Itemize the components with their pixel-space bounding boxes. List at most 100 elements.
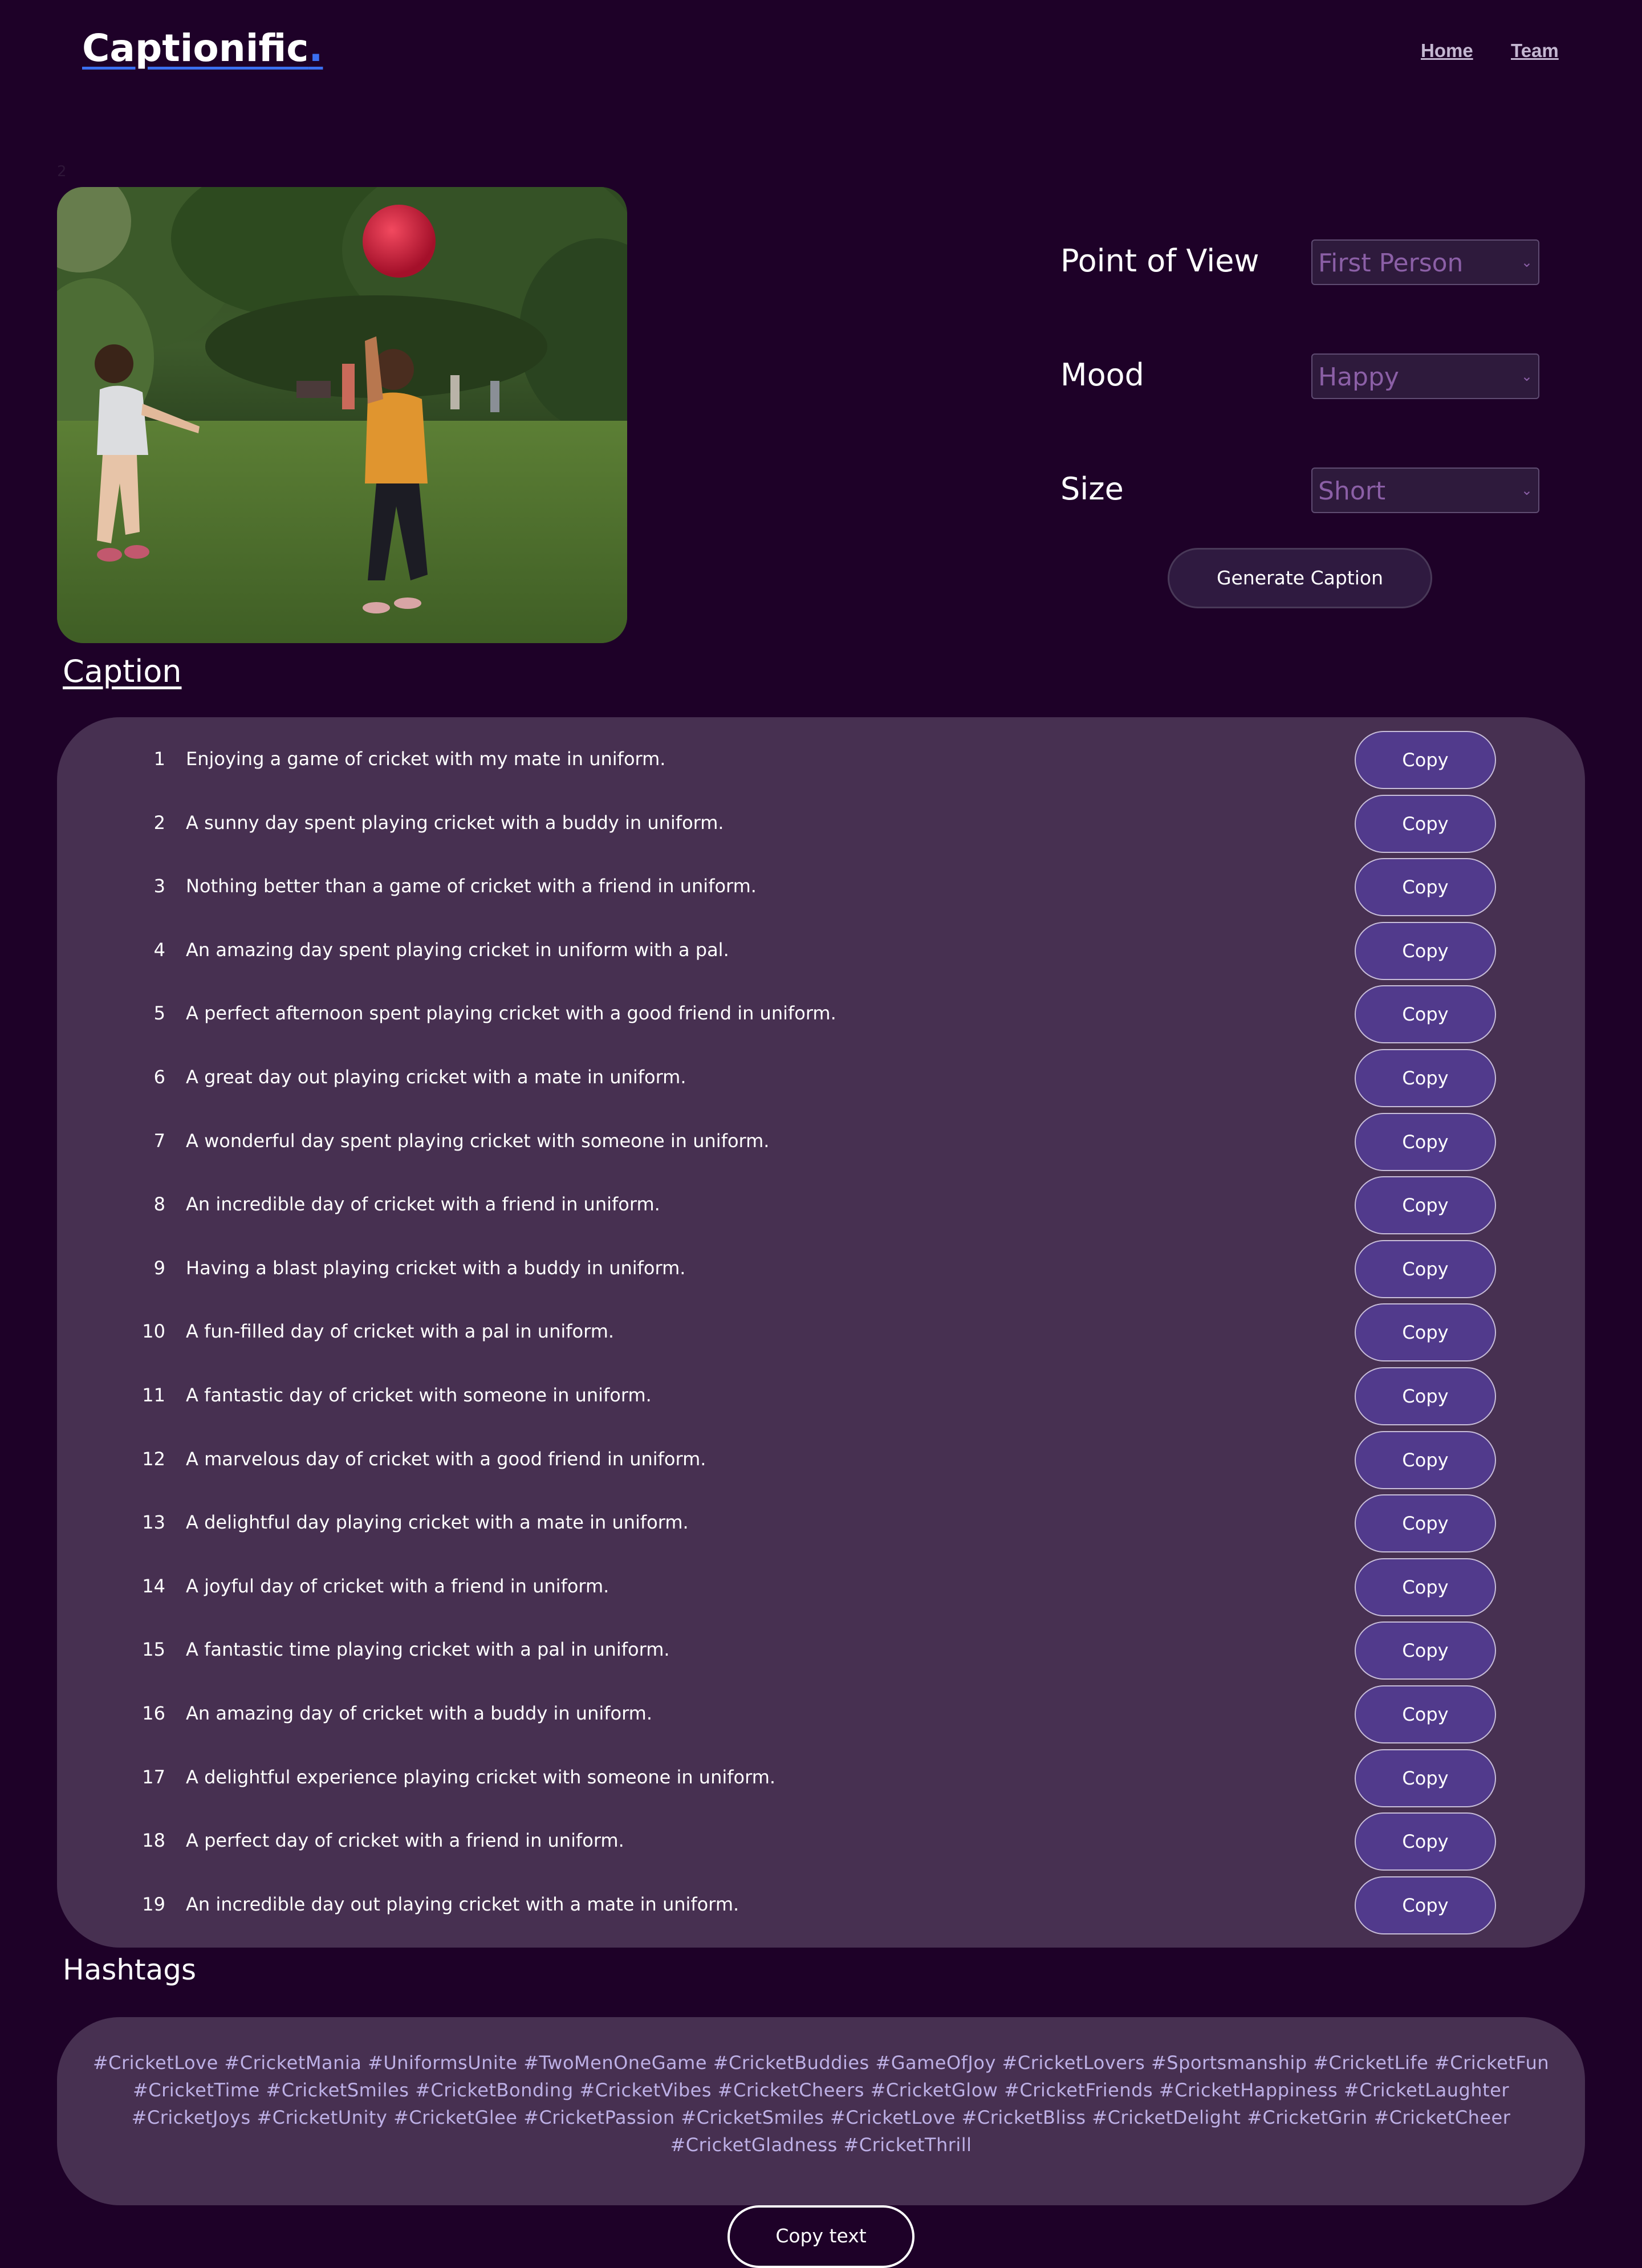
- caption-text: Enjoying a game of cricket with my mate …: [186, 748, 666, 770]
- size-label: Size: [1060, 471, 1124, 507]
- brand-logo[interactable]: Captionific.: [82, 26, 323, 70]
- caption-row: 2 A sunny day spent playing cricket with …: [57, 794, 1585, 854]
- caption-text: An incredible day out playing cricket wi…: [186, 1893, 739, 1915]
- caption-number: 5: [153, 1002, 165, 1025]
- caption-row: 7 A wonderful day spent playing cricket w…: [57, 1112, 1585, 1172]
- copy-caption-button[interactable]: Copy: [1355, 1239, 1496, 1298]
- size-select[interactable]: Short ⌄: [1311, 468, 1539, 513]
- caption-text: Having a blast playing cricket with a bu…: [186, 1257, 686, 1279]
- caption-number: 11: [142, 1384, 165, 1406]
- brand-dot: .: [308, 26, 323, 70]
- brand-name: Captionific: [82, 26, 309, 70]
- hashtags-text: #CricketLove #CricketMania #UniformsUnit…: [92, 2052, 1550, 2156]
- copy-caption-button[interactable]: Copy: [1355, 1876, 1496, 1934]
- copy-caption-button[interactable]: Copy: [1355, 1367, 1496, 1425]
- caption-row: 19 An incredible day out playing cricket …: [57, 1876, 1585, 1936]
- caption-number: 2: [153, 811, 165, 834]
- copy-caption-button[interactable]: Copy: [1355, 858, 1496, 917]
- caption-text: An amazing day spent playing cricket in …: [186, 938, 729, 961]
- copy-caption-button[interactable]: Copy: [1355, 1303, 1496, 1362]
- caption-number: 14: [142, 1575, 165, 1597]
- caption-heading: Caption: [63, 653, 182, 689]
- mood-selected-value: Happy: [1318, 363, 1399, 392]
- nav-link-home[interactable]: Home: [1421, 40, 1473, 62]
- copy-caption-button[interactable]: Copy: [1355, 1558, 1496, 1616]
- caption-row: 18 A perfect day of cricket with a friend…: [57, 1812, 1585, 1872]
- caption-text: A perfect day of cricket with a friend i…: [186, 1830, 624, 1852]
- caption-row: 17 A delightful experience playing cricke…: [57, 1749, 1585, 1808]
- caption-number: 19: [142, 1893, 165, 1915]
- caption-number: 10: [142, 1320, 165, 1343]
- caption-number: 18: [142, 1830, 165, 1852]
- hashtags-heading: Hashtags: [63, 1953, 197, 1986]
- copy-caption-button[interactable]: Copy: [1355, 1430, 1496, 1489]
- chevron-down-icon: ⌄: [1521, 482, 1533, 498]
- caption-text: A delightful day playing cricket with a …: [186, 1511, 689, 1534]
- caption-text: A fun-filled day of cricket with a pal i…: [186, 1320, 615, 1343]
- caption-row: 12 A marvelous day of cricket with a good…: [57, 1430, 1585, 1490]
- caption-number: 3: [153, 875, 165, 897]
- caption-row: 16 An amazing day of cricket with a buddy…: [57, 1685, 1585, 1745]
- pov-select[interactable]: First Person ⌄: [1311, 239, 1539, 285]
- caption-row: 4 An amazing day spent playing cricket in…: [57, 921, 1585, 981]
- size-selected-value: Short: [1318, 477, 1386, 506]
- copy-caption-button[interactable]: Copy: [1355, 1749, 1496, 1807]
- caption-number: 1: [153, 748, 165, 770]
- pov-label: Point of View: [1060, 243, 1259, 279]
- caption-row: 14 A joyful day of cricket with a friend …: [57, 1558, 1585, 1617]
- caption-text: A delightful experience playing cricket …: [186, 1766, 776, 1788]
- nav-link-team[interactable]: Team: [1511, 40, 1559, 62]
- caption-list-panel: 1 Enjoying a game of cricket with my mate…: [57, 717, 1585, 1948]
- pov-selected-value: First Person: [1318, 249, 1464, 278]
- stray-text: 2: [57, 163, 67, 180]
- caption-text: A marvelous day of cricket with a good f…: [186, 1448, 706, 1470]
- caption-row: 8 An incredible day of cricket with a fri…: [57, 1176, 1585, 1235]
- caption-row: 15 A fantastic time playing cricket with …: [57, 1621, 1585, 1681]
- chevron-down-icon: ⌄: [1521, 254, 1533, 270]
- caption-number: 15: [142, 1639, 165, 1661]
- caption-text: An incredible day of cricket with a frie…: [186, 1193, 660, 1216]
- caption-number: 8: [153, 1193, 165, 1216]
- caption-row: 9 Having a blast playing cricket with a b…: [57, 1239, 1585, 1299]
- caption-row: 6 A great day out playing cricket with a …: [57, 1049, 1585, 1108]
- caption-text: A joyful day of cricket with a friend in…: [186, 1575, 609, 1597]
- caption-number: 7: [153, 1129, 165, 1152]
- chevron-down-icon: ⌄: [1521, 368, 1533, 384]
- caption-row: 5 A perfect afternoon spent playing crick…: [57, 985, 1585, 1044]
- caption-text: Nothing better than a game of cricket wi…: [186, 875, 757, 897]
- copy-caption-button[interactable]: Copy: [1355, 731, 1496, 789]
- caption-row: 13 A delightful day playing cricket with …: [57, 1494, 1585, 1554]
- caption-row: 10 A fun-filled day of cricket with a pal…: [57, 1303, 1585, 1363]
- photo-illustration: [57, 187, 627, 643]
- copy-caption-button[interactable]: Copy: [1355, 1176, 1496, 1235]
- copy-caption-button[interactable]: Copy: [1355, 985, 1496, 1044]
- caption-text: An amazing day of cricket with a buddy i…: [186, 1702, 653, 1724]
- caption-row: 3 Nothing better than a game of cricket w…: [57, 858, 1585, 917]
- copy-caption-button[interactable]: Copy: [1355, 921, 1496, 980]
- caption-number: 16: [142, 1702, 165, 1724]
- copy-caption-button[interactable]: Copy: [1355, 1049, 1496, 1107]
- caption-text: A wonderful day spent playing cricket wi…: [186, 1129, 770, 1152]
- caption-text: A sunny day spent playing cricket with a…: [186, 811, 724, 834]
- caption-text: A great day out playing cricket with a m…: [186, 1066, 686, 1088]
- caption-number: 6: [153, 1066, 165, 1088]
- copy-caption-button[interactable]: Copy: [1355, 1494, 1496, 1553]
- copy-caption-button[interactable]: Copy: [1355, 1112, 1496, 1171]
- caption-number: 9: [153, 1257, 165, 1279]
- copy-hashtags-button[interactable]: Copy text: [727, 2205, 915, 2268]
- caption-text: A fantastic time playing cricket with a …: [186, 1639, 670, 1661]
- copy-caption-button[interactable]: Copy: [1355, 1621, 1496, 1680]
- caption-text: A perfect afternoon spent playing cricke…: [186, 1002, 836, 1025]
- generate-caption-button[interactable]: Generate Caption: [1168, 548, 1432, 608]
- copy-caption-button[interactable]: Copy: [1355, 1812, 1496, 1871]
- caption-text: A fantastic day of cricket with someone …: [186, 1384, 652, 1406]
- mood-select[interactable]: Happy ⌄: [1311, 353, 1539, 399]
- copy-caption-button[interactable]: Copy: [1355, 794, 1496, 853]
- caption-row: 1 Enjoying a game of cricket with my mate…: [57, 731, 1585, 790]
- uploaded-photo: [57, 187, 627, 643]
- caption-number: 4: [153, 938, 165, 961]
- caption-row: 11 A fantastic day of cricket with someon…: [57, 1367, 1585, 1426]
- caption-number: 12: [142, 1448, 165, 1470]
- mood-label: Mood: [1060, 357, 1144, 393]
- copy-caption-button[interactable]: Copy: [1355, 1685, 1496, 1743]
